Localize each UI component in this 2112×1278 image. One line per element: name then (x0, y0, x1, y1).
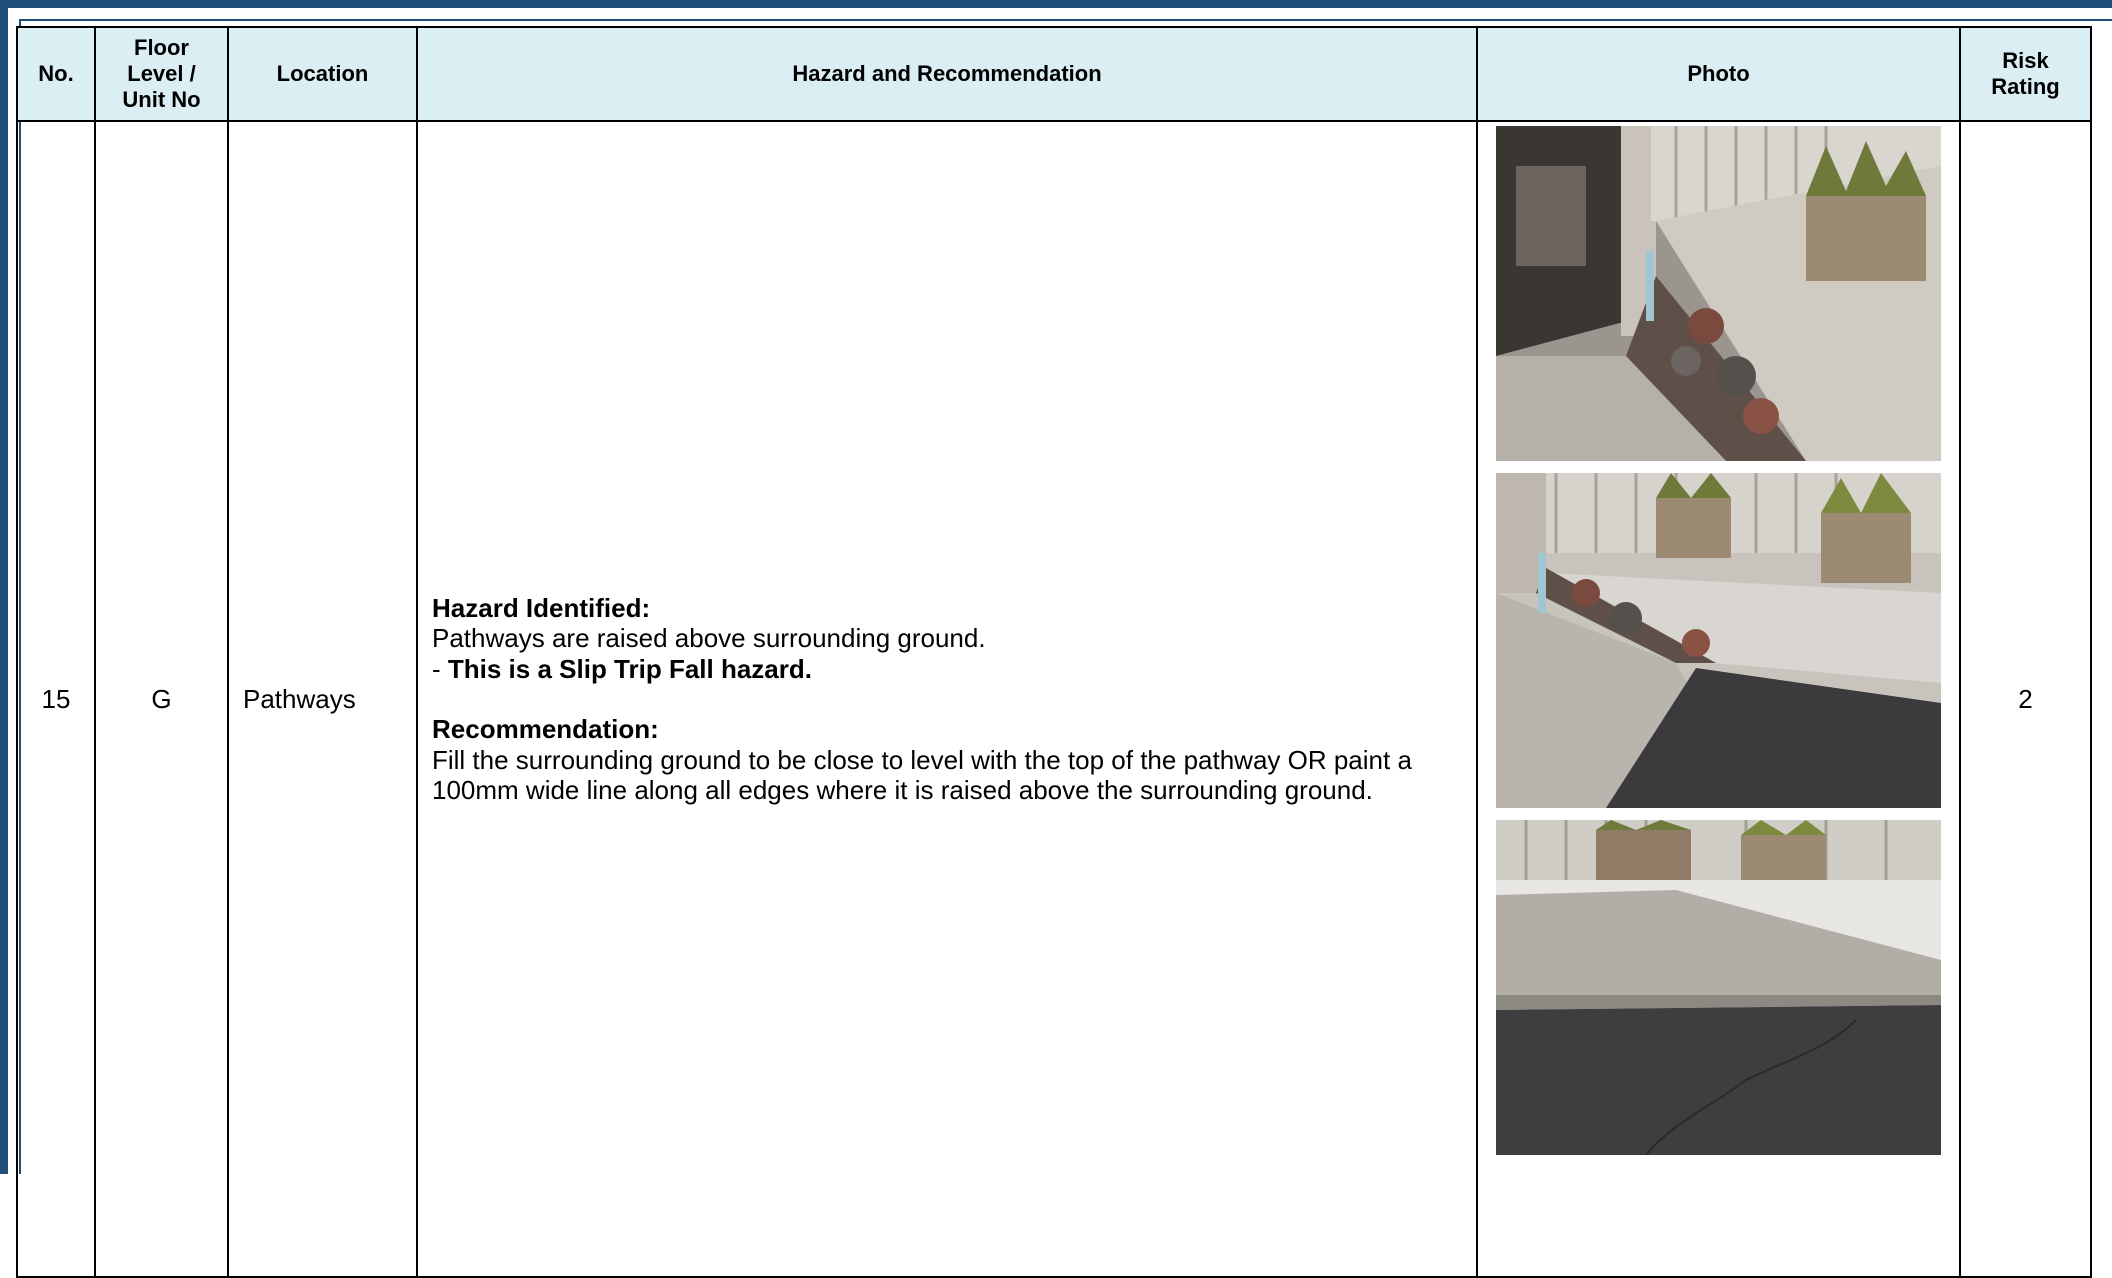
recommendation-label: Recommendation: (432, 714, 659, 744)
header-no: No. (16, 26, 96, 122)
hazard-label: Hazard Identified: (432, 592, 651, 623)
cell-floor: G (94, 120, 229, 1278)
header-floor-level: Floor Level / Unit No (94, 26, 229, 122)
header-risk-line1: Risk (2002, 48, 2049, 73)
hazard-bullet: - This is a Slip Trip Fall hazard. (432, 654, 1462, 685)
header-risk-rating: Risk Rating (1959, 26, 2092, 122)
header-floor-line1: Floor (134, 35, 189, 60)
hazard-photo-3 (1496, 820, 1941, 1155)
recommendation-text: Fill the surrounding ground to be close … (432, 744, 1412, 806)
header-risk-line2: Rating (1991, 74, 2060, 99)
hazard-text: Pathways are raised above surrounding gr… (432, 623, 986, 653)
header-photo: Photo (1476, 26, 1961, 122)
header-floor-line3: Unit No (122, 87, 201, 112)
hazard-photo-2 (1496, 473, 1941, 808)
cell-photos (1476, 120, 1961, 1278)
hazard-photo-1 (1496, 126, 1941, 461)
header-floor-line2: Level / (127, 61, 196, 86)
hazard-report-table: No. Floor Level / Unit No Location Hazar… (16, 26, 2092, 1278)
table-header-row: No. Floor Level / Unit No Location Hazar… (16, 26, 2092, 122)
header-hazard: Hazard and Recommendation (416, 26, 1478, 122)
photo-3-image (1496, 820, 1941, 1155)
cell-risk-rating: 2 (1959, 120, 2092, 1278)
cell-no: 15 (16, 120, 96, 1278)
cell-location: Pathways (227, 120, 418, 1278)
photo-2-image (1496, 473, 1941, 808)
hazard-bullet-prefix: - (432, 653, 448, 684)
cell-hazard-recommendation: Hazard Identified: Pathways are raised a… (416, 120, 1478, 1278)
photo-1-image (1496, 126, 1941, 461)
table-row: 15 G Pathways Hazard Identified: Pathway… (16, 120, 2092, 1278)
hazard-bullet-bold: This is a Slip Trip Fall hazard. (447, 653, 812, 684)
header-location: Location (227, 26, 418, 122)
